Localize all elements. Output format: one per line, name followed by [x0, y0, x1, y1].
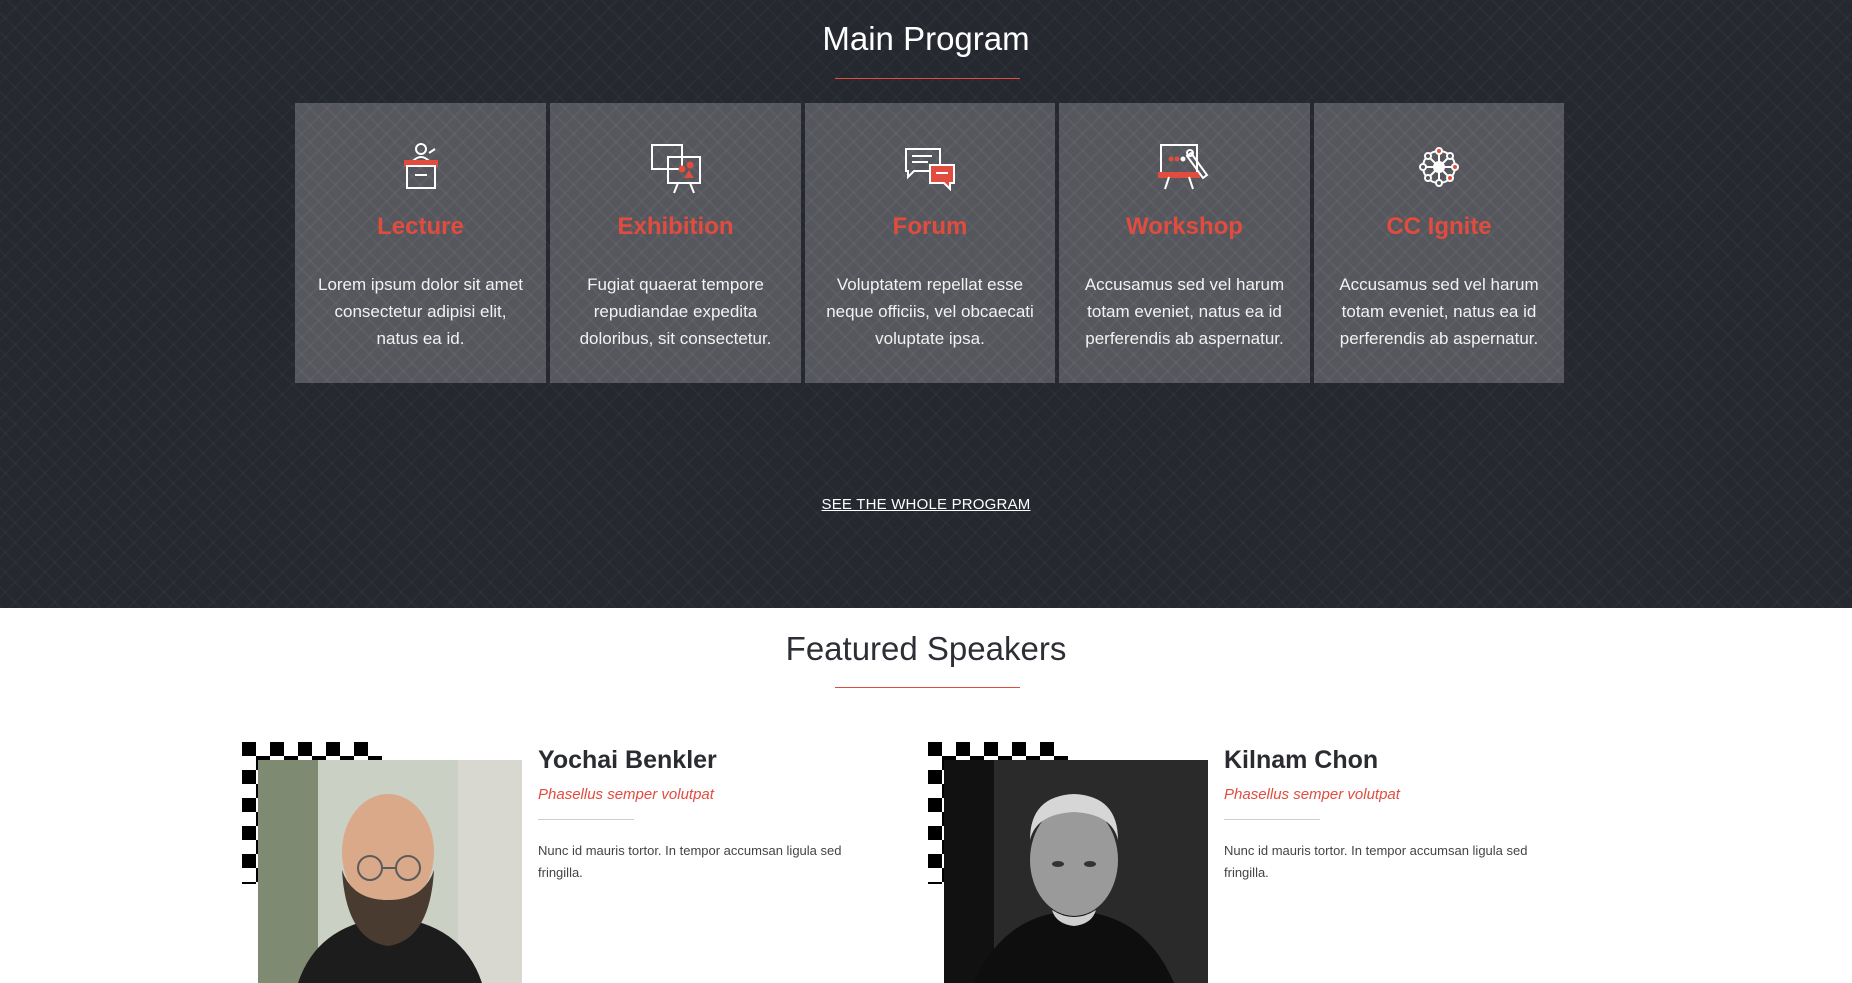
card-title: Forum — [892, 213, 968, 240]
card-description: Accusamus sed vel harum totam eveniet, n… — [1339, 275, 1539, 348]
main-program-section: Main Program Lecture Lorem ipsum dolor s… — [0, 0, 1852, 608]
card-description: Fugiat quaerat tempore repudiandae exped… — [579, 275, 772, 348]
speaker-name[interactable]: Yochai Benkler — [538, 744, 878, 776]
title-divider — [835, 78, 1020, 79]
see-whole-program-link[interactable]: SEE THE WHOLE PROGRAM — [822, 496, 1031, 513]
network-hub-icon — [1411, 139, 1467, 195]
card-title: Exhibition — [617, 213, 734, 240]
speaker-bio: Nunc id mauris tortor. In tempor accumsa… — [1224, 843, 1528, 880]
speaker-bio: Nunc id mauris tortor. In tempor accumsa… — [538, 843, 842, 880]
speaker-divider — [538, 819, 634, 820]
speaker-photo[interactable] — [944, 760, 1208, 983]
main-program-title: Main Program — [822, 20, 1030, 57]
chat-bubbles-icon — [902, 139, 958, 195]
featured-speakers-title: Featured Speakers — [785, 630, 1067, 667]
speaker-divider — [1224, 819, 1320, 820]
program-card-workshop[interactable]: Workshop Accusamus sed vel harum totam e… — [1059, 103, 1310, 383]
program-link-wrapper: SEE THE WHOLE PROGRAM — [0, 496, 1852, 514]
card-title: Workshop — [1126, 213, 1243, 240]
whiteboard-pen-icon — [1157, 139, 1213, 195]
speaker-role: Phasellus semper volutpat — [1224, 786, 1400, 803]
program-card-exhibition[interactable]: Exhibition Fugiat quaerat tempore repudi… — [550, 103, 801, 383]
speaker-role: Phasellus semper volutpat — [538, 786, 714, 803]
speaker-info: Kilnam Chon Phasellus semper volutpat Nu… — [1224, 742, 1564, 884]
speaker-photo[interactable] — [258, 760, 522, 983]
program-card-forum[interactable]: Forum Voluptatem repellat esse neque off… — [805, 103, 1055, 383]
card-description: Lorem ipsum dolor sit amet consectetur a… — [317, 275, 524, 348]
card-description: Accusamus sed vel harum totam eveniet, n… — [1084, 275, 1285, 348]
card-title: Lecture — [377, 213, 464, 240]
speaker-name[interactable]: Kilnam Chon — [1224, 744, 1564, 776]
easel-board-icon — [648, 139, 704, 195]
program-card-lecture[interactable]: Lecture Lorem ipsum dolor sit amet conse… — [295, 103, 546, 383]
title-divider — [835, 687, 1020, 688]
card-description: Voluptatem repellat esse neque officiis,… — [826, 275, 1034, 348]
card-title: CC Ignite — [1386, 213, 1492, 240]
speaker-info: Yochai Benkler Phasellus semper volutpat… — [538, 742, 878, 884]
program-card-cc-ignite[interactable]: CC Ignite Accusamus sed vel harum totam … — [1314, 103, 1564, 383]
podium-icon — [393, 139, 449, 195]
